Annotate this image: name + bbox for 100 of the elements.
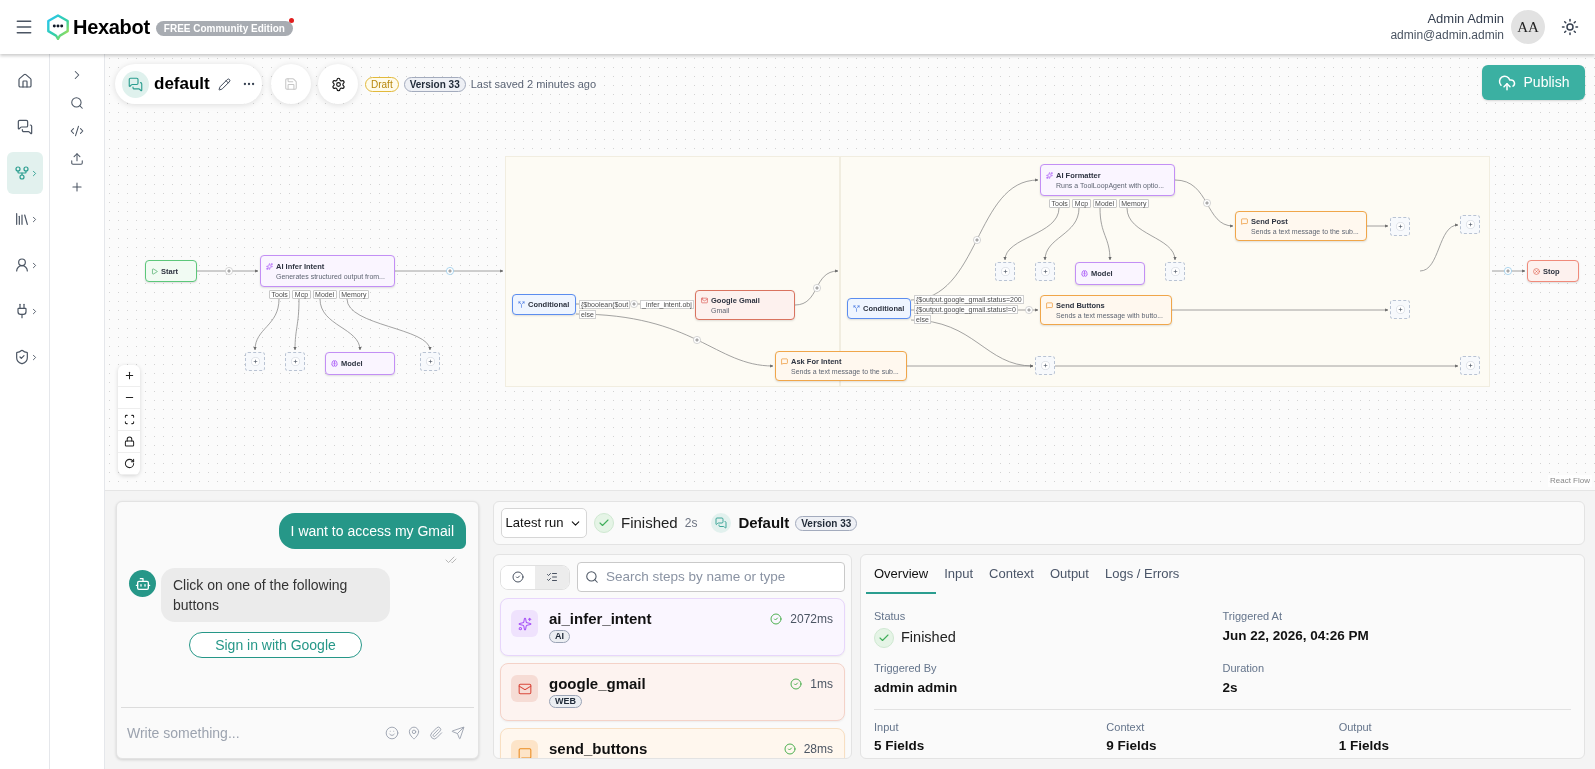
bot-message-bubble: Click on one of the following buttons xyxy=(161,568,390,622)
detail-tab[interactable]: Input xyxy=(936,555,982,594)
step-type-badge: AI xyxy=(549,630,570,643)
cloud-upload-icon xyxy=(1497,73,1516,92)
step-duration: 2072ms xyxy=(790,611,833,628)
rename-button[interactable] xyxy=(217,77,231,91)
settings-button[interactable] xyxy=(318,64,358,104)
step-type-badge: WEB xyxy=(549,695,582,708)
field-value: 2s xyxy=(1222,679,1239,697)
insert-step-button[interactable] xyxy=(813,284,821,292)
code-icon xyxy=(70,124,84,138)
step-duration: 28ms xyxy=(803,741,833,758)
insert-step-button[interactable] xyxy=(446,267,454,275)
last-saved-text: Last saved 2 minutes ago xyxy=(470,76,597,92)
theme-toggle-button[interactable] xyxy=(1560,17,1580,37)
insert-step-button[interactable] xyxy=(693,336,701,344)
field-value: admin admin xyxy=(874,679,959,697)
play-icon xyxy=(151,267,158,275)
version-badge: Version 33 xyxy=(403,76,466,92)
paperclip-icon[interactable] xyxy=(429,726,443,740)
send-icon[interactable] xyxy=(451,726,465,740)
version-badge: Version 33 xyxy=(795,515,858,531)
empty-step-slot[interactable] xyxy=(995,262,1015,281)
detail-tab[interactable]: Logs / Errors xyxy=(1096,555,1188,594)
emoji-icon[interactable] xyxy=(385,726,399,740)
brand-name: Hexabot xyxy=(73,15,150,40)
code-button[interactable] xyxy=(69,123,85,139)
sparkles-icon xyxy=(511,610,538,637)
empty-step-slot[interactable] xyxy=(1035,262,1055,281)
home-icon xyxy=(16,73,33,89)
field-label: Triggered At xyxy=(1222,610,1283,623)
mail-icon xyxy=(511,675,538,702)
field-value: 9 Fields xyxy=(1106,737,1158,754)
rotate-icon xyxy=(123,458,135,469)
user-message-bubble: I want to access my Gmail xyxy=(278,513,466,549)
search-icon xyxy=(585,570,599,584)
user-icon xyxy=(13,257,30,273)
plus-icon xyxy=(250,357,260,366)
fit-view-icon xyxy=(123,414,135,425)
mail-icon xyxy=(701,296,708,304)
insert-step-button[interactable] xyxy=(1504,267,1512,275)
field-label: Input xyxy=(874,721,900,734)
step-name: ai_infer_intent xyxy=(549,610,653,628)
plus-icon xyxy=(70,180,84,194)
list-checks-icon xyxy=(546,571,558,583)
lock-icon xyxy=(123,436,135,447)
empty-step-slot[interactable] xyxy=(1390,300,1410,319)
filter-toggle[interactable] xyxy=(535,565,569,589)
brain-icon xyxy=(331,360,338,367)
step-card[interactable]: ai_infer_intent 2072ms AI xyxy=(500,598,845,656)
insert-step-button[interactable] xyxy=(630,300,638,308)
empty-step-slot[interactable] xyxy=(1460,215,1480,234)
empty-step-slot[interactable] xyxy=(285,352,305,371)
chat-bubbles-icon xyxy=(16,119,33,135)
run-status: Finished xyxy=(621,512,678,533)
detail-tab[interactable]: Overview xyxy=(866,555,937,594)
empty-step-slot[interactable] xyxy=(1460,356,1480,375)
plus-icon xyxy=(1170,267,1180,276)
plus-icon xyxy=(1040,361,1050,370)
insert-step-button[interactable] xyxy=(225,267,233,275)
step-card[interactable]: send_buttons 28ms xyxy=(500,728,845,758)
step-card[interactable]: google_gmail 1ms WEB xyxy=(500,663,845,721)
upload-button[interactable] xyxy=(69,151,85,167)
message-icon xyxy=(1046,301,1053,309)
bot-avatar-icon xyxy=(129,570,156,597)
menu-button[interactable] xyxy=(14,17,34,37)
sun-icon xyxy=(1561,18,1579,36)
field-label: Triggered By xyxy=(874,662,938,675)
message-icon xyxy=(781,357,788,365)
empty-step-slot[interactable] xyxy=(1390,217,1410,236)
detail-tab[interactable]: Output xyxy=(1041,555,1097,594)
edition-badge: FREE Community Edition xyxy=(155,20,293,36)
run-selector[interactable]: Latest run xyxy=(501,508,587,538)
field-value: Jun 22, 2026, 04:26 PM xyxy=(1222,627,1370,645)
plus-icon xyxy=(1465,361,1475,370)
field-label: Status xyxy=(874,610,907,623)
pencil-icon xyxy=(217,77,231,91)
search-button[interactable] xyxy=(69,95,85,111)
input-placeholder: Write something... xyxy=(127,723,241,743)
insert-step-button[interactable] xyxy=(1203,199,1211,207)
flow-name: Default xyxy=(738,512,790,533)
plus-icon xyxy=(1000,267,1010,276)
empty-step-slot[interactable] xyxy=(245,352,265,371)
empty-step-slot[interactable] xyxy=(420,352,440,371)
draft-badge: Draft xyxy=(365,76,399,92)
empty-step-slot[interactable] xyxy=(1035,356,1055,375)
user-avatar[interactable]: AA xyxy=(1511,10,1545,44)
save-icon xyxy=(284,77,298,91)
plus-icon xyxy=(1395,305,1405,314)
map-pin-icon[interactable] xyxy=(407,726,421,740)
library-icon xyxy=(13,211,30,227)
add-button[interactable] xyxy=(69,179,85,195)
insert-step-button[interactable] xyxy=(1025,306,1033,314)
field-label: Output xyxy=(1338,721,1373,734)
detail-tab[interactable]: Context xyxy=(981,555,1042,594)
insert-step-button[interactable] xyxy=(973,236,981,244)
step-duration: 1ms xyxy=(810,676,833,693)
empty-step-slot[interactable] xyxy=(1165,262,1185,281)
settings-icon xyxy=(330,76,346,92)
quick-reply-button[interactable]: Sign in with Google xyxy=(189,632,362,658)
